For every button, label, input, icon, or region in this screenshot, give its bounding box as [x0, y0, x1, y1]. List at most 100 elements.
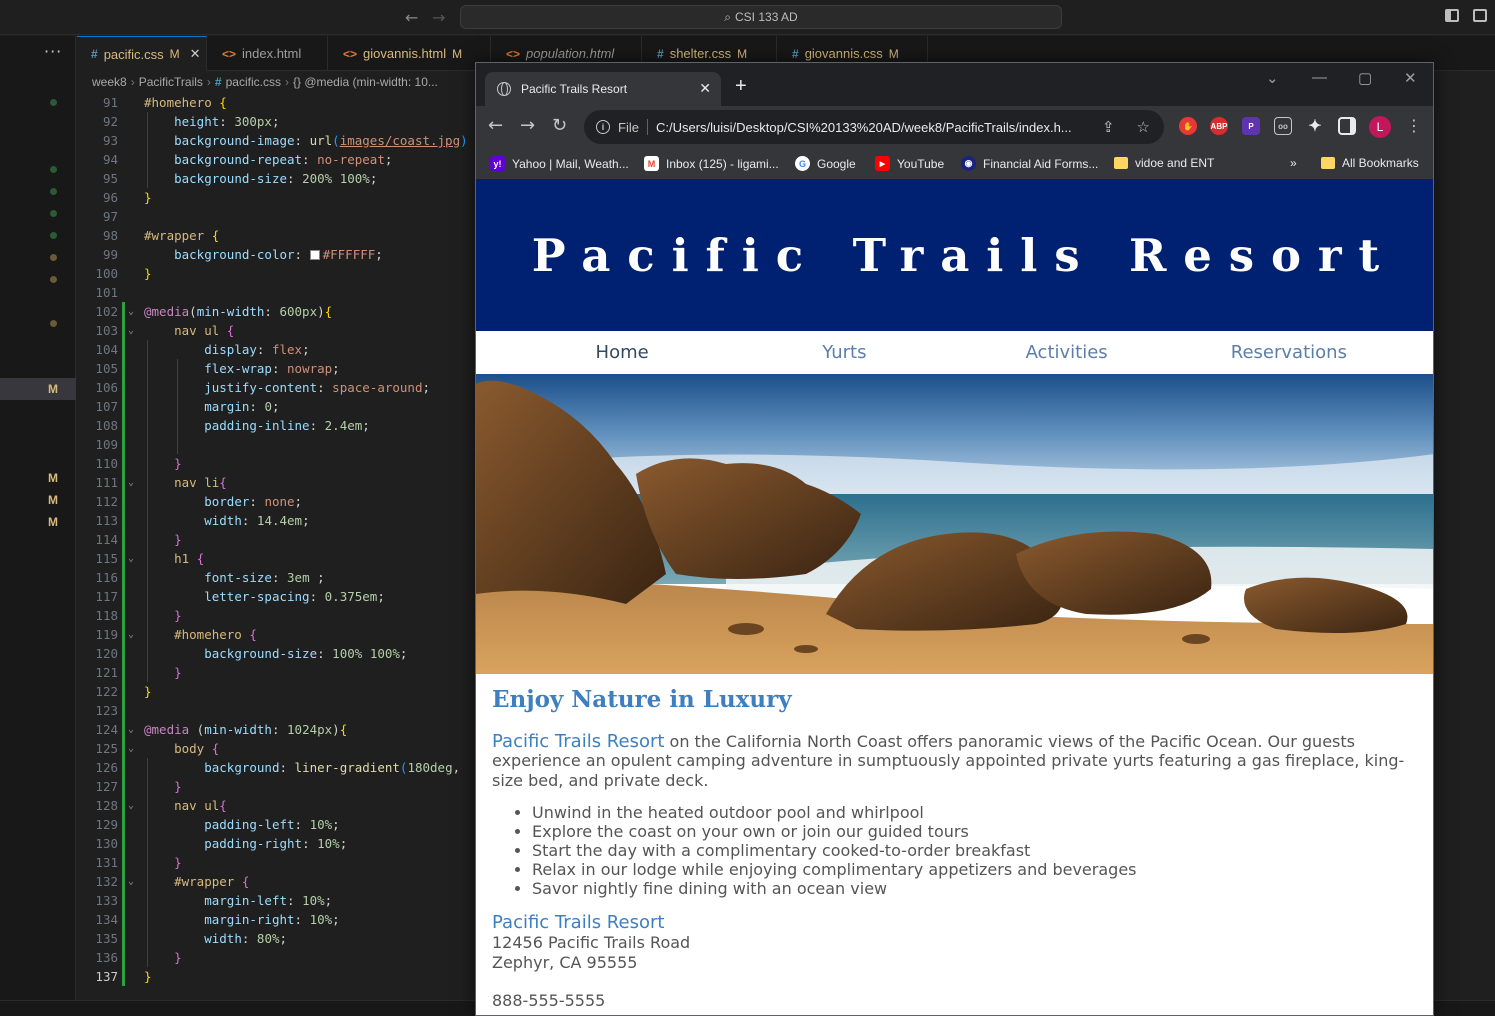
code-editor[interactable]: 91 #homehero {92 height: 300px; 93 backgro… — [77, 93, 475, 1000]
code-line[interactable]: 94 background-repeat: no-repeat; — [77, 150, 475, 169]
breadcrumb-item[interactable]: pacific.css — [226, 75, 281, 89]
nav-reservations[interactable]: Reservations — [1181, 342, 1397, 363]
tab-search-icon[interactable]: ⌄ — [1266, 69, 1279, 87]
code-line[interactable]: 110 } — [77, 454, 475, 473]
fold-chevron-icon[interactable]: ⌄ — [128, 796, 134, 815]
info-icon[interactable]: i — [596, 120, 610, 134]
nav-home[interactable]: Home — [514, 342, 730, 363]
fold-chevron-icon[interactable]: ⌄ — [128, 549, 134, 568]
code-line[interactable]: 97 — [77, 207, 475, 226]
fold-chevron-icon[interactable]: ⌄ — [128, 321, 134, 340]
code-line[interactable]: 122} — [77, 682, 475, 701]
selected-file-row[interactable]: M — [0, 378, 76, 400]
bookmarks-overflow[interactable]: » — [1290, 156, 1297, 170]
share-icon[interactable]: ⇪ — [1102, 118, 1115, 136]
new-tab-icon[interactable]: + — [735, 75, 747, 98]
extensions-puzzle-icon[interactable]: ✦ — [1306, 117, 1324, 135]
code-line[interactable]: 137} — [77, 967, 475, 986]
nav-activities[interactable]: Activities — [959, 342, 1175, 363]
bookmark-gmail[interactable]: M Inbox (125) - ligami... — [644, 156, 779, 171]
code-line[interactable]: 118 } — [77, 606, 475, 625]
extension-purple-icon[interactable]: P — [1242, 117, 1260, 135]
forward-icon[interactable]: → — [520, 117, 535, 135]
reload-icon[interactable]: ↻ — [552, 117, 567, 135]
address-bar[interactable]: i File C:/Users/luisi/Desktop/CSI%20133%… — [584, 110, 1164, 144]
code-line[interactable]: 105 flex-wrap: nowrap; — [77, 359, 475, 378]
code-line[interactable]: 132 ⌄ #wrapper { — [77, 872, 475, 891]
bookmark-youtube[interactable]: ▶ YouTube — [875, 156, 944, 171]
command-center-search[interactable]: ⌕ CSI 133 AD — [460, 5, 1062, 29]
abp-icon[interactable]: ABP — [1210, 117, 1228, 135]
code-line[interactable]: 121 } — [77, 663, 475, 682]
code-line[interactable]: 103 ⌄ nav ul { — [77, 321, 475, 340]
reader-extension-icon[interactable]: oo — [1274, 117, 1292, 135]
tab-pacific-css[interactable]: # pacific.css M ✕ — [77, 36, 207, 71]
code-line[interactable]: 101 — [77, 283, 475, 302]
code-line[interactable]: 134 margin-right: 10%; — [77, 910, 475, 929]
toggle-panel-icon[interactable] — [1473, 9, 1487, 22]
code-line[interactable]: 115 ⌄ h1 { — [77, 549, 475, 568]
adblock-icon[interactable]: ✋ — [1179, 117, 1197, 135]
minimize-icon[interactable]: — — [1312, 69, 1327, 86]
bookmark-financial-aid[interactable]: ◉ Financial Aid Forms... — [961, 156, 1098, 171]
code-line[interactable]: 119 ⌄ #homehero { — [77, 625, 475, 644]
code-line[interactable]: 91 #homehero { — [77, 93, 475, 112]
code-line[interactable]: 114 } — [77, 530, 475, 549]
code-line[interactable]: 96} — [77, 188, 475, 207]
back-arrow-icon[interactable]: ← — [405, 8, 418, 27]
code-line[interactable]: 135 width: 80%; — [77, 929, 475, 948]
all-bookmarks-folder[interactable]: All Bookmarks — [1321, 156, 1419, 170]
fold-chevron-icon[interactable]: ⌄ — [128, 625, 134, 644]
code-line[interactable]: 107 margin: 0; — [77, 397, 475, 416]
code-line[interactable]: 130 padding-right: 10%; — [77, 834, 475, 853]
bookmark-folder-vidoe[interactable]: vidoe and ENT — [1114, 156, 1214, 170]
code-line[interactable]: 133 margin-left: 10%; — [77, 891, 475, 910]
browser-tab[interactable]: Pacific Trails Resort ✕ — [485, 72, 721, 106]
breadcrumb-item[interactable]: {} @media (min-width: 10... — [293, 75, 438, 89]
code-line[interactable]: 129 padding-left: 10%; — [77, 815, 475, 834]
code-line[interactable]: 113 width: 14.4em; — [77, 511, 475, 530]
fold-chevron-icon[interactable]: ⌄ — [128, 473, 134, 492]
bookmark-yahoo[interactable]: y! Yahoo | Mail, Weath... — [490, 156, 629, 171]
code-line[interactable]: 111 ⌄ nav li{ — [77, 473, 475, 492]
url-text[interactable]: C:/Users/luisi/Desktop/CSI%20133%20AD/we… — [656, 120, 1094, 135]
code-line[interactable]: 124 ⌄ @media (min-width: 1024px){ — [77, 720, 475, 739]
nav-yurts[interactable]: Yurts — [736, 342, 952, 363]
code-line[interactable]: 136 } — [77, 948, 475, 967]
code-line[interactable]: 92 height: 300px; — [77, 112, 475, 131]
back-icon[interactable]: ← — [488, 117, 503, 135]
code-line[interactable]: 123 — [77, 701, 475, 720]
code-line[interactable]: 100} — [77, 264, 475, 283]
close-tab-icon[interactable]: ✕ — [699, 81, 711, 97]
fold-chevron-icon[interactable]: ⌄ — [128, 739, 134, 758]
code-line[interactable]: 108 padding-inline: 2.4em; — [77, 416, 475, 435]
side-panel-icon[interactable] — [1338, 117, 1356, 135]
code-line[interactable]: 99 background-color: #FFFFFF; — [77, 245, 475, 264]
tab-index-html[interactable]: <> index.html — [208, 36, 328, 71]
bookmark-star-icon[interactable]: ☆ — [1137, 118, 1150, 136]
toggle-primary-sidebar-icon[interactable] — [1445, 9, 1459, 22]
maximize-icon[interactable]: ▢ — [1358, 69, 1372, 87]
code-line[interactable]: 125 ⌄ body { — [77, 739, 475, 758]
code-line[interactable]: 112 border: none; — [77, 492, 475, 511]
code-line[interactable]: 128 ⌄ nav ul{ — [77, 796, 475, 815]
menu-kebab-icon[interactable]: ⋮ — [1406, 117, 1422, 135]
breadcrumb-item[interactable]: PacificTrails — [139, 75, 203, 89]
code-line[interactable]: 106 justify-content: space-around; — [77, 378, 475, 397]
code-line[interactable]: 131 } — [77, 853, 475, 872]
fold-chevron-icon[interactable]: ⌄ — [128, 872, 134, 891]
code-line[interactable]: 126 background: liner-gradient(180deg, — [77, 758, 475, 777]
code-line[interactable]: 95 background-size: 200% 100%; — [77, 169, 475, 188]
code-line[interactable]: 109 — [77, 435, 475, 454]
page-viewport[interactable]: Pacific Trails Resort Home Yurts Activit… — [476, 180, 1433, 1015]
code-line[interactable]: 120 background-size: 100% 100%; — [77, 644, 475, 663]
close-tab-icon[interactable]: ✕ — [190, 46, 201, 62]
breadcrumb-item[interactable]: week8 — [92, 75, 127, 89]
profile-avatar[interactable]: L — [1369, 116, 1391, 138]
code-line[interactable]: 116 font-size: 3em ; — [77, 568, 475, 587]
code-line[interactable]: 127 } — [77, 777, 475, 796]
code-line[interactable]: 117 letter-spacing: 0.375em; — [77, 587, 475, 606]
fold-chevron-icon[interactable]: ⌄ — [128, 720, 134, 739]
code-line[interactable]: 93 background-image: url(images/coast.jp… — [77, 131, 475, 150]
more-actions-icon[interactable]: ··· — [44, 42, 62, 61]
